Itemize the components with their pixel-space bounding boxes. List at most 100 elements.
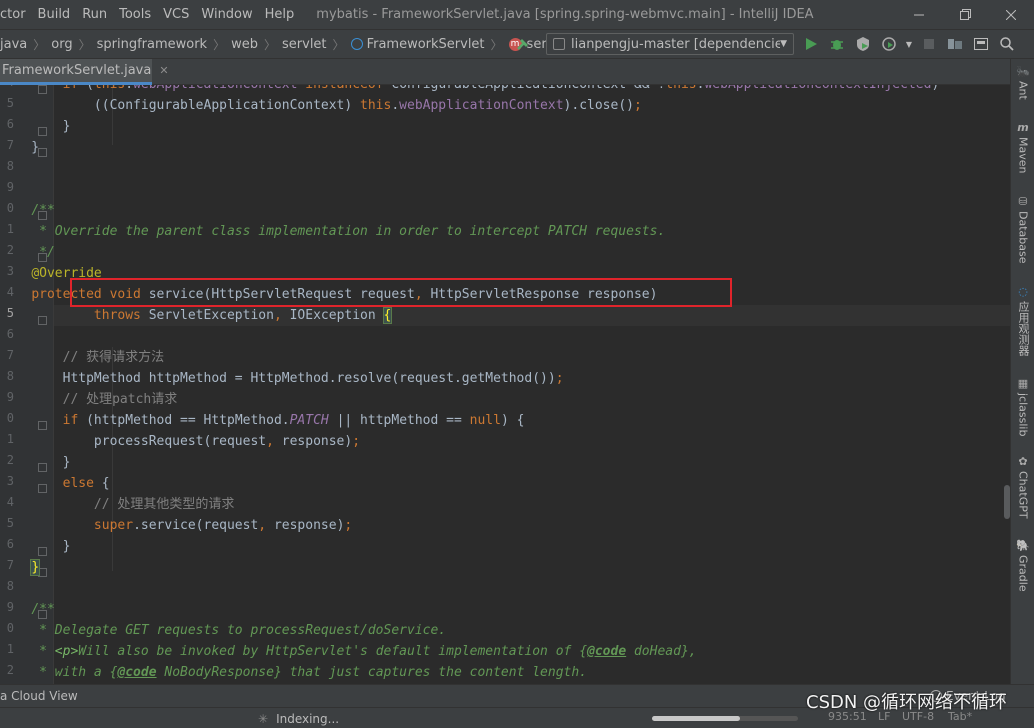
- chevron-down-icon[interactable]: ▼: [904, 33, 914, 55]
- code-line: * <p>Will also be invoked by HttpServlet…: [31, 644, 697, 659]
- code-line: throws ServletException, IOException {: [93, 307, 393, 324]
- highlight-annotation-box: [70, 278, 732, 307]
- menu-item-build[interactable]: Build: [32, 7, 77, 22]
- code-line: * with a {@code NoBodyResponse} that jus…: [31, 665, 588, 680]
- breadcrumb-separator: 〉: [78, 37, 91, 52]
- tool-window-label: 应用观测器: [1017, 301, 1030, 356]
- editor-tab-bar: FrameworkServlet.java ✕: [0, 59, 1010, 85]
- run-icon[interactable]: [800, 33, 822, 55]
- tool-window-label: ChatGPT: [1016, 471, 1030, 519]
- code-line: }: [30, 559, 41, 576]
- search-icon[interactable]: [996, 33, 1018, 55]
- breadcrumb-separator: 〉: [490, 37, 503, 52]
- tool-window-label: jclasslib: [1016, 393, 1030, 437]
- code-line: /**: [31, 602, 55, 617]
- breadcrumb-springframework[interactable]: springframework: [97, 37, 207, 52]
- code-line: else {: [62, 476, 110, 491]
- run-configuration-selector[interactable]: lianpengju-master [dependencies] ▼: [546, 33, 794, 55]
- code-line: super.service(request, response);: [93, 518, 353, 533]
- debug-icon[interactable]: [826, 33, 848, 55]
- breadcrumb-label: FrameworkServlet: [366, 36, 485, 52]
- tool-window-maven[interactable]: m Maven: [1011, 121, 1034, 173]
- tool-window-label: Gradle: [1016, 555, 1030, 592]
- right-tool-window-strip: 🐜 Ant m Maven ⛁ Database ◌ 应用观测器 ▦ jclas…: [1010, 59, 1034, 684]
- code-line: /**: [31, 203, 55, 218]
- close-tab-icon[interactable]: ✕: [159, 64, 168, 77]
- breadcrumb-label: org: [51, 36, 73, 52]
- tool-window-gradle[interactable]: 🐘 Gradle: [1011, 539, 1034, 592]
- menu-item-tools[interactable]: Tools: [113, 7, 157, 22]
- indexing-label: Indexing...: [276, 711, 340, 726]
- spinner-icon: ✳: [258, 711, 269, 726]
- breadcrumb-separator: 〉: [213, 37, 226, 52]
- code-line: }: [0, 455, 71, 470]
- code-line: // 获得请求方法: [62, 350, 165, 365]
- code-line: // 处理其他类型的请求: [93, 497, 235, 512]
- code-line: if (this.webApplicationContext instanceo…: [0, 85, 940, 95]
- breadcrumb-separator: 〉: [264, 37, 277, 52]
- code-line: * Override the parent class implementati…: [31, 224, 666, 239]
- watermark-text: CSDN @循环网络不循环: [806, 692, 1008, 713]
- tab-frameworkservlet-java[interactable]: FrameworkServlet.java ✕: [0, 59, 169, 85]
- fold-marker[interactable]: [38, 568, 47, 577]
- build-hammer-icon[interactable]: [512, 33, 534, 55]
- menu-item-refactor[interactable]: ctor: [0, 7, 32, 22]
- fold-marker[interactable]: [38, 148, 47, 157]
- breadcrumb-label: servlet: [282, 36, 327, 52]
- run-config-icon: [553, 38, 565, 50]
- gradle-icon: 🐘: [1016, 539, 1030, 552]
- breadcrumb-separator: 〉: [33, 37, 46, 52]
- code-line: }: [0, 539, 71, 554]
- tool-window-chatgpt[interactable]: ✿ ChatGPT: [1011, 455, 1034, 519]
- breadcrumb-label: springframework: [96, 36, 208, 52]
- line-number: 8: [6, 159, 14, 173]
- chatgpt-icon: ✿: [1018, 455, 1028, 468]
- close-icon[interactable]: [988, 0, 1034, 29]
- indexing-status[interactable]: ✳ Indexing...: [258, 708, 339, 728]
- breadcrumb-java[interactable]: java: [0, 37, 27, 52]
- menu-item-help[interactable]: Help: [259, 7, 301, 22]
- stop-icon[interactable]: [918, 33, 940, 55]
- menu-bar: ctor Build Run Tools VCS Window Help myb…: [0, 0, 1034, 29]
- code-line: ((ConfigurableApplicationContext) this.w…: [0, 98, 642, 113]
- presentation-icon[interactable]: [970, 33, 992, 55]
- ant-icon: 🐜: [1016, 65, 1030, 78]
- menu-item-window[interactable]: Window: [195, 7, 258, 22]
- main-toolbar: lianpengju-master [dependencies] ▼ ▼: [512, 30, 1022, 58]
- tool-window-observer[interactable]: ◌ 应用观测器: [1011, 285, 1034, 356]
- restore-icon[interactable]: [942, 0, 988, 29]
- indexing-progress-bar: [652, 716, 798, 721]
- tool-window-label: Database: [1016, 211, 1030, 264]
- coverage-icon[interactable]: [852, 33, 874, 55]
- breadcrumb-label: web: [231, 36, 258, 52]
- navigation-bar: java 〉 org 〉 springframework 〉 web 〉 ser…: [0, 29, 1034, 59]
- breadcrumb-separator: 〉: [332, 37, 345, 52]
- code-editor[interactable]: 4 5 6 7 8 9 0 1 2 3 4 5 6 7 8 9 0 1 2 3 …: [0, 85, 1010, 684]
- project-structure-icon[interactable]: [944, 33, 966, 55]
- jclasslib-icon: ▦: [1017, 377, 1029, 390]
- tool-window-cloud-view[interactable]: a Cloud View: [0, 689, 78, 703]
- line-number: 9: [6, 180, 14, 194]
- tool-window-database[interactable]: ⛁ Database: [1011, 195, 1034, 264]
- tool-window-label: Ant: [1016, 81, 1030, 100]
- line-number: 6: [6, 327, 14, 341]
- code-line: processRequest(request, response);: [0, 434, 361, 449]
- breadcrumb-servlet[interactable]: servlet: [282, 37, 327, 52]
- code-line: */: [31, 245, 55, 260]
- class-icon: [350, 38, 363, 50]
- chevron-down-icon: ▼: [780, 39, 787, 49]
- line-number: 8: [6, 579, 14, 593]
- tool-window-jclasslib[interactable]: ▦ jclasslib: [1011, 377, 1034, 436]
- window-title: mybatis - FrameworkServlet.java [spring.…: [316, 7, 814, 22]
- code-line: // 处理patch请求: [62, 392, 178, 407]
- breadcrumb-frameworkservlet[interactable]: FrameworkServlet: [350, 36, 485, 52]
- minimize-icon[interactable]: [896, 0, 942, 29]
- tool-window-ant[interactable]: 🐜 Ant: [1011, 65, 1034, 100]
- menu-item-vcs[interactable]: VCS: [157, 7, 195, 22]
- breadcrumb-web[interactable]: web: [231, 37, 258, 52]
- maven-icon: m: [1017, 121, 1029, 134]
- profile-icon[interactable]: [878, 33, 900, 55]
- breadcrumb-org[interactable]: org: [51, 37, 72, 52]
- menu-item-run[interactable]: Run: [76, 7, 113, 22]
- run-config-label: lianpengju-master [dependencies]: [571, 36, 781, 52]
